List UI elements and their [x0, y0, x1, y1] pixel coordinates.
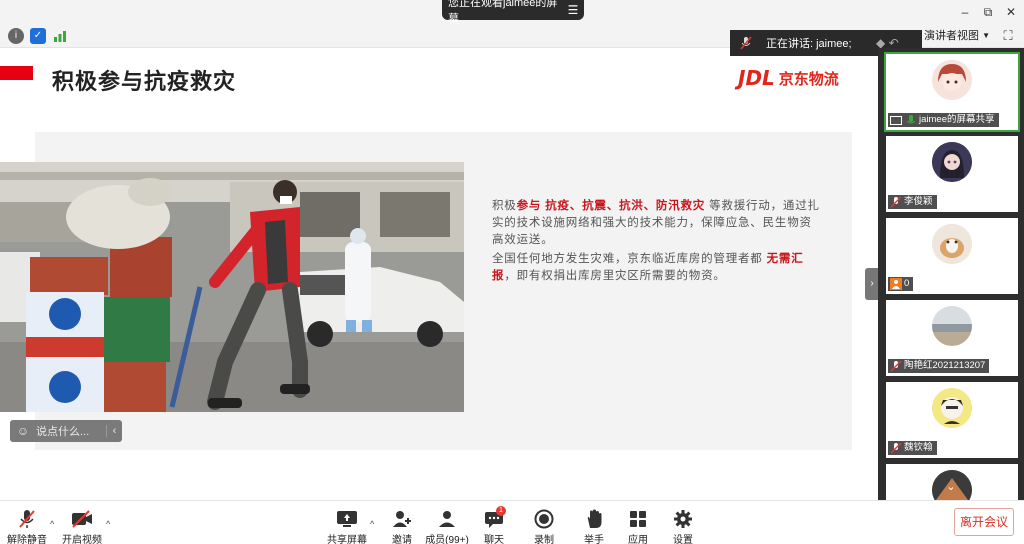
shield-icon[interactable]: ✓ — [30, 28, 46, 44]
settings-label: 设置 — [673, 535, 693, 544]
slide-body-text: 积极参与 抗疫、抗震、抗洪、防汛救灾 等救援行动，通过扎实的技术设施网络和强大的… — [492, 198, 822, 287]
close-button[interactable]: ✕ — [1000, 3, 1022, 21]
invite-button[interactable]: 邀请 — [380, 509, 424, 544]
menu-icon[interactable]: ☰ — [562, 3, 584, 17]
participant-name: 陶艳红2021213207 — [904, 360, 986, 371]
participant-tile[interactable]: jaimee的屏幕共享 — [884, 52, 1020, 132]
record-button[interactable]: 录制 — [522, 509, 566, 544]
chat-unread-badge: 1 — [496, 506, 506, 516]
gear-icon — [661, 509, 705, 529]
quick-chat-input[interactable]: ☺ 说点什么... ‹ — [10, 420, 122, 442]
participant-name-bar: 李俊颖 — [888, 195, 937, 209]
participant-name: jaimee的屏幕共享 — [919, 114, 995, 125]
paragraph-2-end: ，即有权捐出库房里灾区所需要的物资。 — [504, 270, 726, 282]
chat-icon: 1 — [472, 506, 516, 529]
leave-meeting-button[interactable]: 离开会议 — [954, 508, 1014, 536]
share-options-caret-icon[interactable]: ^ — [370, 519, 374, 529]
members-label: 成员(99+) — [425, 535, 469, 544]
signal-icon[interactable] — [52, 28, 68, 44]
paragraph-2: 全国任何地方发生灾难，京东临近库房的管理者都 无需汇报，即有权捐出库房里灾区所需… — [492, 251, 822, 285]
record-label: 录制 — [534, 535, 554, 544]
participant-name-bar: 0 — [888, 277, 914, 291]
video-options-caret-icon[interactable]: ^ — [106, 519, 110, 529]
view-mode-select[interactable]: 演讲者视图 ▼ — [918, 27, 992, 45]
add-user-icon — [380, 509, 424, 529]
participant-tile[interactable]: 魏钦翰 — [886, 382, 1018, 458]
apps-label: 应用 — [628, 535, 648, 544]
participant-name-bar: 陶艳红2021213207 — [888, 359, 990, 373]
hand-icon — [572, 509, 616, 529]
participant-name: 魏钦翰 — [904, 442, 933, 453]
participant-tile[interactable]: 0 — [886, 218, 1018, 294]
screen-share-icon — [325, 509, 369, 529]
microphone-muted-icon — [890, 442, 902, 454]
speaking-text: 正在讲话: jaimee; — [766, 38, 852, 50]
screen-share-icon — [890, 115, 902, 125]
camera-off-icon — [60, 509, 104, 529]
participant-name: 李俊颖 — [904, 196, 933, 207]
participant-name: 0 — [904, 278, 910, 289]
paragraph-2-start: 全国任何地方发生灾难，京东临近库房的管理者都 — [492, 253, 763, 265]
microphone-muted-icon — [738, 35, 754, 51]
record-icon — [522, 509, 566, 529]
apps-grid-icon — [616, 509, 660, 529]
delivery-photo — [0, 162, 464, 412]
chat-button[interactable]: 1 聊天 — [472, 506, 516, 544]
microphone-muted-icon — [890, 196, 902, 208]
collapse-chevron-icon[interactable]: ‹ — [106, 425, 122, 437]
paragraph-1-emphasis: 参与 抗疫、抗震、抗洪、防汛救灾 — [516, 200, 706, 212]
jdl-logo: JDL 京东物流 — [738, 66, 839, 90]
sharing-banner-text: 您正在观看jaimee的屏幕 — [448, 0, 558, 25]
audio-options-caret-icon[interactable]: ^ — [50, 519, 54, 529]
microphone-muted-icon — [5, 509, 49, 529]
info-icon[interactable]: i — [8, 28, 24, 44]
start-video-button[interactable]: 开启视频 — [60, 509, 104, 544]
person-icon — [890, 278, 902, 290]
paragraph-1-start: 积极 — [492, 200, 517, 212]
slide-title: 积极参与抗疫救灾 — [52, 69, 237, 94]
sidebar-toggle-button[interactable]: › — [865, 268, 879, 300]
logo-mark: JDL — [738, 66, 775, 90]
microphone-muted-icon — [890, 360, 902, 372]
title-accent-bar — [0, 66, 33, 80]
avatar — [932, 224, 972, 264]
restore-button[interactable]: ⧉ — [977, 3, 999, 21]
members-button[interactable]: 成员(99+) — [425, 509, 469, 544]
sharing-banner[interactable]: 您正在观看jaimee的屏幕 ☰ — [442, 0, 584, 25]
avatar — [932, 142, 972, 182]
shared-screen: 积极参与抗疫救灾 JDL 京东物流 积极参与 抗疫、抗震、抗洪、防汛救灾 等救援… — [0, 48, 878, 500]
view-mode-label: 演讲者视图 — [924, 30, 979, 42]
chevron-down-icon: ▼ — [982, 31, 990, 40]
chat-label: 聊天 — [484, 535, 504, 544]
unmute-label: 解除静音 — [7, 535, 47, 544]
minimize-button[interactable]: – — [954, 3, 976, 21]
raise-hand-label: 举手 — [584, 535, 604, 544]
paragraph-1: 积极参与 抗疫、抗震、抗洪、防汛救灾 等救援行动，通过扎实的技术设施网络和强大的… — [492, 198, 822, 249]
logo-text: 京东物流 — [778, 70, 839, 88]
apps-button[interactable]: 应用 — [616, 509, 660, 544]
share-screen-label: 共享屏幕 — [327, 535, 367, 544]
emoji-icon[interactable]: ☺ — [10, 424, 36, 438]
participant-name-bar: 魏钦翰 — [888, 441, 937, 455]
avatar — [932, 306, 972, 346]
title-bar: 您正在观看jaimee的屏幕 ☰ – ⧉ ✕ — [0, 0, 1024, 25]
fullscreen-icon[interactable]: ⛶ — [1000, 28, 1016, 44]
participant-name-bar: jaimee的屏幕共享 — [888, 113, 999, 127]
people-icon — [425, 509, 469, 529]
settings-button[interactable]: 设置 — [661, 509, 705, 544]
scroll-down-chevron-icon[interactable]: ⌄ — [943, 480, 959, 494]
quick-chat-placeholder: 说点什么... — [36, 426, 90, 438]
avatar — [932, 388, 972, 428]
start-video-label: 开启视频 — [62, 535, 102, 544]
participant-tile[interactable]: 陶艳红2021213207 — [886, 300, 1018, 376]
participants-panel: jaimee的屏幕共享 李俊颖 0 陶艳红2021213207 魏钦翰 ⌄ — [878, 48, 1024, 500]
avatar — [932, 60, 972, 100]
meeting-toolbar: 解除静音 ^ 开启视频 ^ 共享屏幕 ^ 邀请 成员(99+) 1 聊天 录制 … — [0, 500, 1024, 544]
participant-tile[interactable]: 李俊颖 — [886, 136, 1018, 212]
invite-label: 邀请 — [392, 535, 412, 544]
raise-hand-button[interactable]: 举手 — [572, 509, 616, 544]
share-screen-button[interactable]: 共享屏幕 — [325, 509, 369, 544]
microphone-active-icon — [905, 114, 917, 126]
unmute-button[interactable]: 解除静音 — [5, 509, 49, 544]
